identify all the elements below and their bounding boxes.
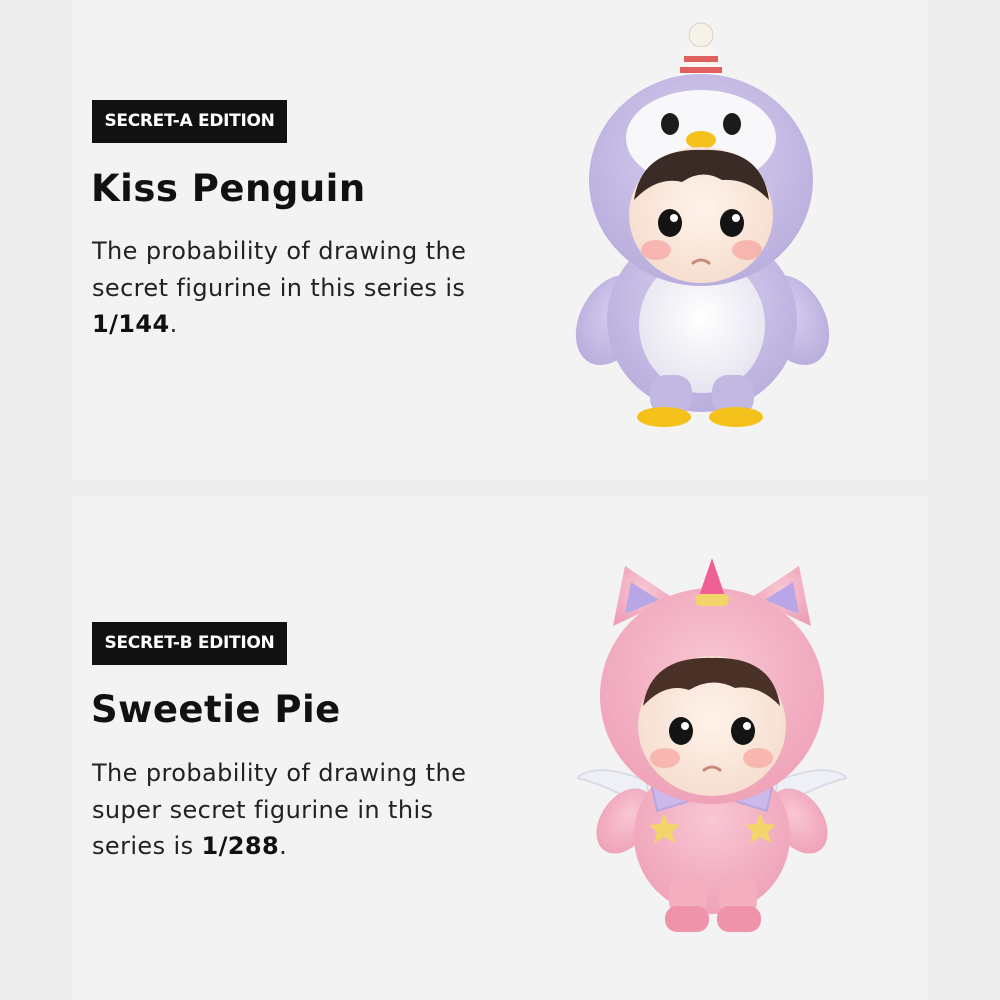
probability-value: 1/288 — [201, 832, 280, 860]
description-suffix: . — [279, 832, 288, 860]
secret-b-card: SECRET-B EDITION Sweetie Pie The probabi… — [72, 496, 928, 1000]
description-text: The probability of drawing the secret fi… — [92, 237, 467, 302]
figure-name: Kiss Penguin — [91, 167, 366, 210]
edition-badge: SECRET-B EDITION — [92, 622, 287, 665]
probability-value: 1/144 — [92, 310, 170, 338]
probability-description: The probability of drawing the secret fi… — [92, 233, 502, 343]
figure-name: Sweetie Pie — [91, 688, 341, 731]
kiss-penguin-figure — [575, 22, 830, 427]
edition-badge: SECRET-A EDITION — [92, 100, 287, 143]
description-suffix: . — [169, 310, 178, 338]
sweetie-pie-figure — [577, 558, 847, 932]
secret-a-card: SECRET-A EDITION Kiss Penguin The probab… — [72, 0, 928, 480]
probability-description: The probability of drawing the super sec… — [92, 755, 502, 865]
